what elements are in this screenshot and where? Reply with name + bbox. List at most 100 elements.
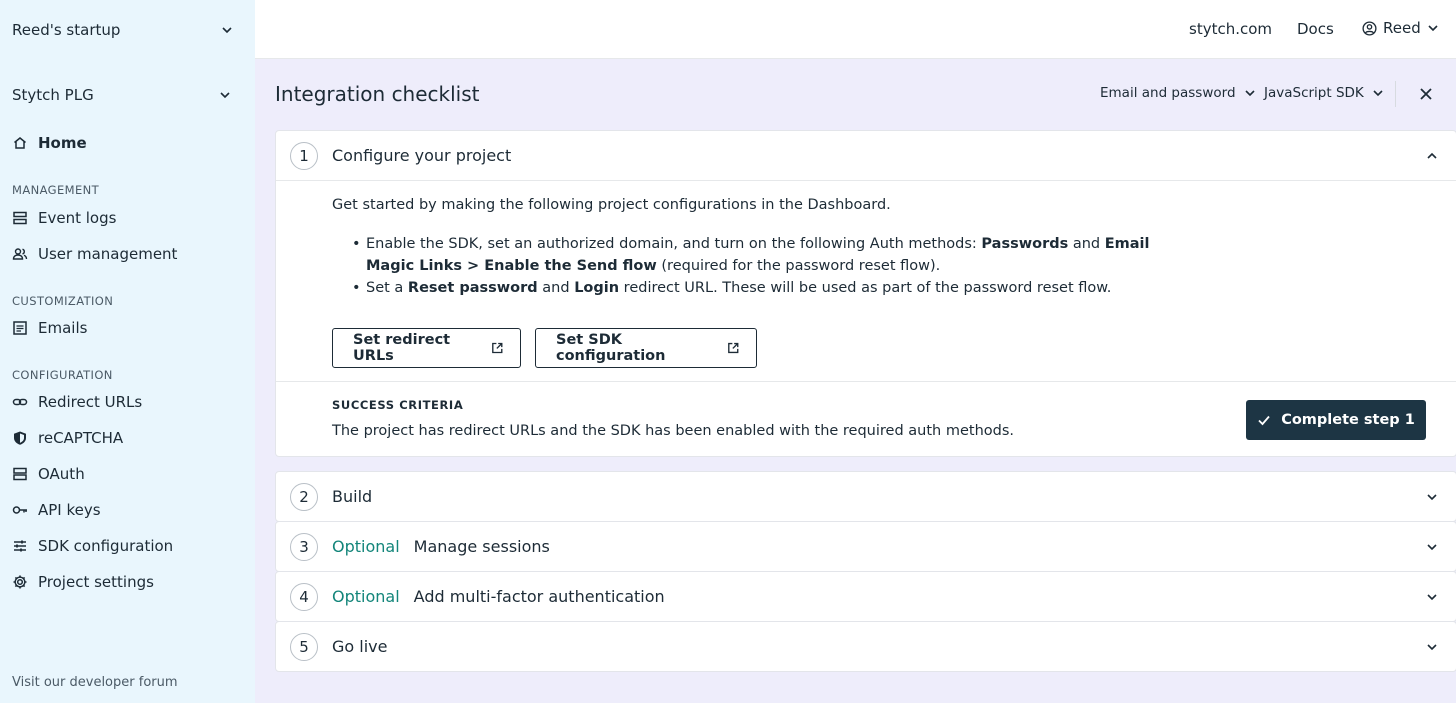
chevron-down-icon: [1427, 644, 1437, 651]
complete-step-button[interactable]: Complete step 1: [1246, 400, 1426, 440]
sidebar-item-redirect-urls[interactable]: Redirect URLs: [12, 389, 142, 415]
user-circle-icon: [1362, 20, 1377, 36]
sidebar-item-home[interactable]: Home: [12, 130, 87, 156]
sidebar: Reed's startup Stytch PLG Home MANAGEMEN…: [0, 0, 255, 703]
check-icon: [1258, 415, 1270, 426]
button-label: Set redirect URLs: [353, 332, 451, 364]
list-icon: [12, 210, 28, 226]
button-label: Complete step 1: [1281, 412, 1415, 428]
page-title: Integration checklist: [275, 82, 480, 106]
key-icon: [12, 502, 28, 518]
server-icon: [12, 466, 28, 482]
step-title: Build: [332, 487, 372, 506]
step-title: Go live: [332, 637, 387, 656]
sidebar-item-recaptcha[interactable]: reCAPTCHA: [12, 425, 123, 451]
text: redirect URL. These will be used as part…: [619, 280, 1112, 296]
main-content: Integration checklist Email and password…: [255, 59, 1456, 703]
project-switcher[interactable]: Stytch PLG: [0, 78, 255, 112]
sidebar-item-label: Emails: [38, 319, 88, 337]
step-title-text: Build: [332, 487, 373, 506]
sidebar-item-label: API keys: [38, 501, 101, 519]
sidebar-item-label: Event logs: [38, 209, 117, 227]
chevron-down-icon: [1428, 25, 1438, 32]
sidebar-item-event-logs[interactable]: Event logs: [12, 205, 116, 231]
chevron-down-icon: [222, 27, 232, 34]
sidebar-item-label: OAuth: [38, 465, 85, 483]
section-label-customization: CUSTOMIZATION: [12, 294, 114, 308]
user-menu[interactable]: Reed: [1362, 19, 1439, 37]
chevron-down-icon: [1427, 494, 1437, 501]
step-card-1: 1 Configure your project Get started by …: [275, 130, 1456, 457]
chevron-down-icon: [1373, 90, 1383, 97]
button-label: Set SDK configuration: [556, 332, 666, 364]
sidebar-item-api-keys[interactable]: API keys: [12, 497, 101, 523]
text: (required for the password reset flow).: [656, 258, 941, 274]
list-item: Enable the SDK, set an authorized domain…: [352, 233, 1152, 277]
sidebar-item-emails[interactable]: Emails: [12, 315, 87, 341]
success-criteria-label: SUCCESS CRITERIA: [332, 398, 464, 412]
text: and: [1068, 236, 1105, 252]
shield-icon: [12, 430, 28, 446]
section-label-configuration: CONFIGURATION: [12, 368, 113, 382]
sidebar-item-label: Redirect URLs: [38, 393, 143, 411]
section-label-management: MANAGEMENT: [12, 183, 100, 197]
org-switcher[interactable]: Reed's startup: [0, 0, 255, 60]
auth-method-dropdown[interactable]: Email and password: [1100, 85, 1256, 101]
top-header: stytch.com Docs: [255, 0, 1456, 59]
dropdown-value: JavaScript SDK: [1264, 85, 1364, 101]
sidebar-item-label: Home: [38, 134, 87, 152]
external-link-icon: [728, 342, 739, 354]
step-header-1[interactable]: 1 Configure your project: [276, 131, 1456, 181]
developer-forum-link[interactable]: Visit our developer forum: [12, 675, 178, 690]
chevron-down-icon: [220, 92, 230, 99]
optional-tag: Optional: [332, 587, 400, 606]
project-name: Stytch PLG: [12, 86, 94, 104]
divider: [1395, 81, 1396, 107]
divider: [276, 381, 1456, 382]
document-icon: [12, 320, 28, 336]
step-card-5[interactable]: 5 Go live: [275, 621, 1456, 672]
step-intro: Get started by making the following proj…: [332, 197, 891, 213]
step-number: 4: [290, 583, 318, 611]
step-card-4[interactable]: 4 Optional Add multi-factor authenticatio…: [275, 571, 1456, 622]
docs-link[interactable]: Docs: [1297, 20, 1334, 38]
step-title-text: Manage sessions: [413, 537, 550, 556]
set-redirect-urls-button[interactable]: Set redirect URLs: [332, 328, 521, 368]
bold-text: Reset password: [407, 280, 538, 296]
sidebar-item-label: reCAPTCHA: [38, 429, 124, 447]
dropdown-value: Email and password: [1100, 85, 1236, 101]
text: Set a: [366, 280, 408, 296]
external-link-icon: [492, 342, 503, 354]
sidebar-item-sdk-configuration[interactable]: SDK configuration: [12, 533, 173, 559]
text: Enable the SDK, set an authorized domain…: [366, 236, 982, 252]
step-title: Optional Manage sessions: [332, 537, 550, 556]
home-icon: [12, 135, 28, 151]
step-title-text: Configure your project: [332, 146, 512, 165]
step-card-3[interactable]: 3 Optional Manage sessions: [275, 521, 1456, 572]
sidebar-item-label: User management: [38, 245, 178, 263]
set-sdk-configuration-button[interactable]: Set SDK configuration: [535, 328, 757, 368]
sidebar-item-oauth[interactable]: OAuth: [12, 461, 85, 487]
step-card-2[interactable]: 2 Build: [275, 471, 1456, 522]
step-number: 2: [290, 483, 318, 511]
step-title-text: Go live: [332, 637, 388, 656]
sdk-dropdown[interactable]: JavaScript SDK: [1264, 85, 1384, 101]
bold-text: Login: [574, 280, 620, 296]
step-title: Optional Add multi-factor authentication: [332, 587, 665, 606]
sidebar-item-project-settings[interactable]: Project settings: [12, 569, 154, 595]
step-number: 1: [290, 142, 318, 170]
sliders-icon: [12, 538, 28, 554]
chevron-up-icon: [1427, 152, 1437, 159]
success-criteria-text: The project has redirect URLs and the SD…: [332, 423, 1014, 439]
sidebar-item-label: Project settings: [38, 573, 154, 591]
sidebar-item-user-management[interactable]: User management: [12, 241, 177, 267]
chevron-down-icon: [1427, 544, 1437, 551]
chevron-down-icon: [1427, 594, 1437, 601]
close-icon[interactable]: [1418, 86, 1434, 102]
chevron-down-icon: [1244, 90, 1255, 97]
users-icon: [12, 246, 28, 262]
stytch-site-link[interactable]: stytch.com: [1189, 20, 1272, 38]
optional-tag: Optional: [332, 537, 400, 556]
text: and: [537, 280, 575, 296]
step-title: Configure your project: [332, 146, 511, 165]
